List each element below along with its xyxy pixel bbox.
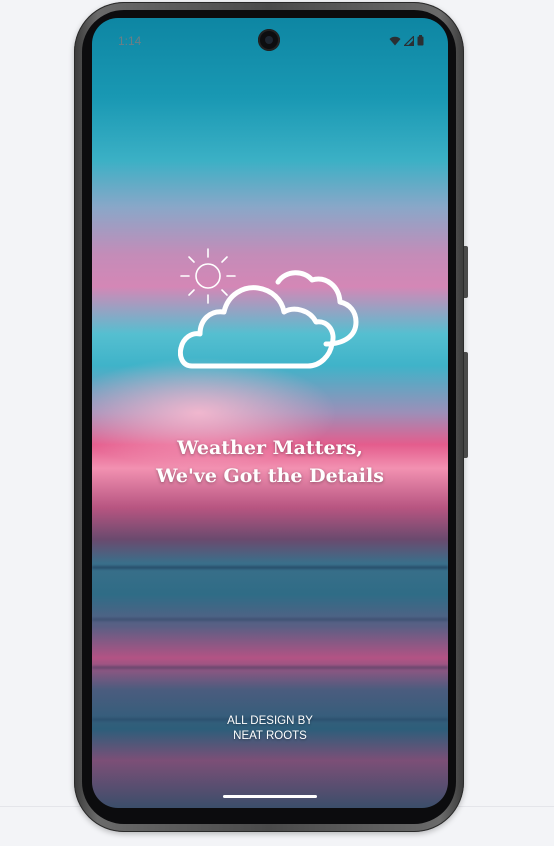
front-camera <box>258 29 280 51</box>
sea-wave <box>92 566 448 569</box>
status-bar: 1:14 <box>92 18 448 58</box>
wifi-icon <box>389 36 401 45</box>
status-icons <box>389 35 424 46</box>
credit-line-1: ALL DESIGN BY <box>227 715 313 727</box>
cellular-signal-icon <box>404 35 414 46</box>
sun-icon <box>180 248 236 304</box>
sea-wave <box>92 666 448 669</box>
weather-illustration <box>178 248 359 369</box>
cloud-icon <box>178 270 359 369</box>
status-time: 1:14 <box>118 34 142 48</box>
credit-line-2: NEAT ROOTS <box>233 730 307 742</box>
headline-line-1: Weather Matters, <box>177 437 363 459</box>
splash-screen: 1:14 Weather Matters, We've Got the Deta… <box>92 18 448 808</box>
volume-button <box>464 352 468 458</box>
battery-icon <box>417 35 424 46</box>
power-button <box>464 246 468 298</box>
headline-line-2: We've Got the Details <box>156 465 384 487</box>
home-indicator[interactable] <box>223 795 317 798</box>
sea-wave <box>92 618 448 621</box>
